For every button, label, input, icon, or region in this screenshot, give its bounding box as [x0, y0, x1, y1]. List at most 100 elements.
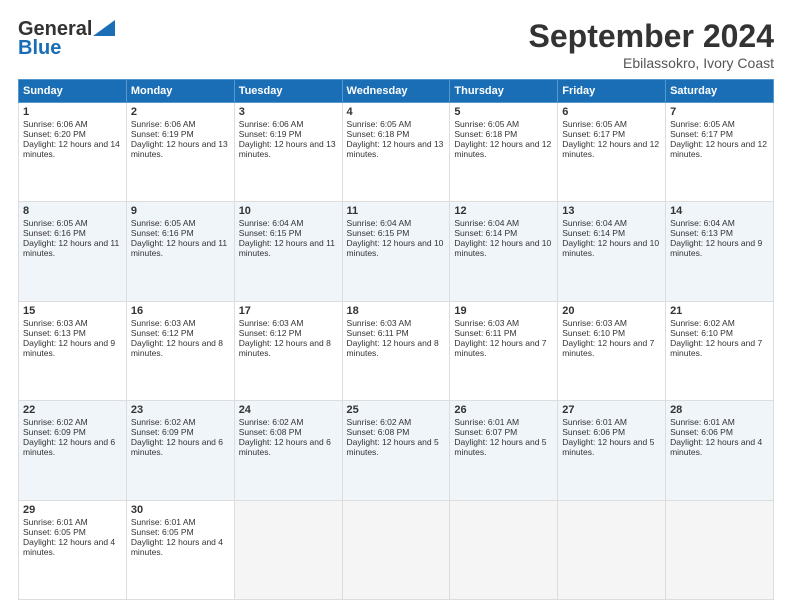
- day-number: 29: [23, 504, 122, 516]
- day-number: 28: [670, 404, 769, 416]
- sunrise-text: Sunrise: 6:03 AM: [454, 318, 519, 328]
- daylight-text: Daylight: 12 hours and 5 minutes.: [347, 437, 439, 457]
- sunrise-text: Sunrise: 6:01 AM: [670, 417, 735, 427]
- sunset-text: Sunset: 6:19 PM: [131, 129, 194, 139]
- daylight-text: Daylight: 12 hours and 14 minutes.: [23, 139, 120, 159]
- sunrise-text: Sunrise: 6:02 AM: [670, 318, 735, 328]
- day-number: 3: [239, 106, 338, 118]
- sunset-text: Sunset: 6:07 PM: [454, 427, 517, 437]
- daylight-text: Daylight: 12 hours and 4 minutes.: [131, 537, 223, 557]
- sunrise-text: Sunrise: 6:06 AM: [239, 119, 304, 129]
- daylight-text: Daylight: 12 hours and 12 minutes.: [562, 139, 659, 159]
- day-number: 7: [670, 106, 769, 118]
- sunrise-text: Sunrise: 6:05 AM: [454, 119, 519, 129]
- table-row: 28Sunrise: 6:01 AMSunset: 6:06 PMDayligh…: [666, 401, 774, 500]
- sunrise-text: Sunrise: 6:02 AM: [239, 417, 304, 427]
- sunrise-text: Sunrise: 6:03 AM: [239, 318, 304, 328]
- daylight-text: Daylight: 12 hours and 13 minutes.: [131, 139, 228, 159]
- daylight-text: Daylight: 12 hours and 6 minutes.: [23, 437, 115, 457]
- table-row: 22Sunrise: 6:02 AMSunset: 6:09 PMDayligh…: [19, 401, 127, 500]
- sunset-text: Sunset: 6:18 PM: [454, 129, 517, 139]
- sunset-text: Sunset: 6:16 PM: [23, 228, 86, 238]
- day-number: 25: [347, 404, 446, 416]
- sunset-text: Sunset: 6:05 PM: [131, 527, 194, 537]
- daylight-text: Daylight: 12 hours and 11 minutes.: [131, 238, 227, 258]
- col-wednesday: Wednesday: [342, 80, 450, 103]
- sunset-text: Sunset: 6:09 PM: [131, 427, 194, 437]
- calendar-table: Sunday Monday Tuesday Wednesday Thursday…: [18, 79, 774, 600]
- table-row: 26Sunrise: 6:01 AMSunset: 6:07 PMDayligh…: [450, 401, 558, 500]
- title-section: September 2024 Ebilassokro, Ivory Coast: [529, 18, 774, 71]
- sunset-text: Sunset: 6:17 PM: [670, 129, 733, 139]
- daylight-text: Daylight: 12 hours and 7 minutes.: [454, 338, 546, 358]
- table-row: [342, 500, 450, 599]
- sunset-text: Sunset: 6:10 PM: [670, 328, 733, 338]
- sunset-text: Sunset: 6:20 PM: [23, 129, 86, 139]
- col-thursday: Thursday: [450, 80, 558, 103]
- day-number: 21: [670, 305, 769, 317]
- table-row: 3Sunrise: 6:06 AMSunset: 6:19 PMDaylight…: [234, 103, 342, 202]
- sunset-text: Sunset: 6:19 PM: [239, 129, 302, 139]
- table-row: 27Sunrise: 6:01 AMSunset: 6:06 PMDayligh…: [558, 401, 666, 500]
- table-row: 5Sunrise: 6:05 AMSunset: 6:18 PMDaylight…: [450, 103, 558, 202]
- table-row: 11Sunrise: 6:04 AMSunset: 6:15 PMDayligh…: [342, 202, 450, 301]
- table-row: 20Sunrise: 6:03 AMSunset: 6:10 PMDayligh…: [558, 301, 666, 400]
- sunset-text: Sunset: 6:12 PM: [239, 328, 302, 338]
- table-row: 1Sunrise: 6:06 AMSunset: 6:20 PMDaylight…: [19, 103, 127, 202]
- sunrise-text: Sunrise: 6:03 AM: [23, 318, 88, 328]
- sunset-text: Sunset: 6:12 PM: [131, 328, 194, 338]
- table-row: 30Sunrise: 6:01 AMSunset: 6:05 PMDayligh…: [126, 500, 234, 599]
- day-number: 10: [239, 205, 338, 217]
- day-number: 19: [454, 305, 553, 317]
- sunset-text: Sunset: 6:15 PM: [239, 228, 302, 238]
- table-row: 4Sunrise: 6:05 AMSunset: 6:18 PMDaylight…: [342, 103, 450, 202]
- sunset-text: Sunset: 6:06 PM: [670, 427, 733, 437]
- day-number: 15: [23, 305, 122, 317]
- sunset-text: Sunset: 6:14 PM: [454, 228, 517, 238]
- sunrise-text: Sunrise: 6:02 AM: [347, 417, 412, 427]
- sunset-text: Sunset: 6:05 PM: [23, 527, 86, 537]
- sunrise-text: Sunrise: 6:04 AM: [239, 218, 304, 228]
- sunrise-text: Sunrise: 6:03 AM: [562, 318, 627, 328]
- day-number: 11: [347, 205, 446, 217]
- sunrise-text: Sunrise: 6:04 AM: [347, 218, 412, 228]
- day-number: 13: [562, 205, 661, 217]
- sunrise-text: Sunrise: 6:02 AM: [23, 417, 88, 427]
- sunset-text: Sunset: 6:11 PM: [347, 328, 409, 338]
- daylight-text: Daylight: 12 hours and 6 minutes.: [131, 437, 223, 457]
- table-row: 8Sunrise: 6:05 AMSunset: 6:16 PMDaylight…: [19, 202, 127, 301]
- day-number: 18: [347, 305, 446, 317]
- table-row: 29Sunrise: 6:01 AMSunset: 6:05 PMDayligh…: [19, 500, 127, 599]
- header: General Blue September 2024 Ebilassokro,…: [18, 18, 774, 71]
- sunset-text: Sunset: 6:08 PM: [239, 427, 302, 437]
- sunrise-text: Sunrise: 6:01 AM: [23, 517, 88, 527]
- table-row: 10Sunrise: 6:04 AMSunset: 6:15 PMDayligh…: [234, 202, 342, 301]
- day-number: 23: [131, 404, 230, 416]
- day-number: 12: [454, 205, 553, 217]
- day-number: 1: [23, 106, 122, 118]
- day-number: 27: [562, 404, 661, 416]
- sunrise-text: Sunrise: 6:05 AM: [562, 119, 627, 129]
- col-sunday: Sunday: [19, 80, 127, 103]
- table-row: 9Sunrise: 6:05 AMSunset: 6:16 PMDaylight…: [126, 202, 234, 301]
- day-number: 14: [670, 205, 769, 217]
- location-subtitle: Ebilassokro, Ivory Coast: [529, 55, 774, 71]
- sunrise-text: Sunrise: 6:06 AM: [131, 119, 196, 129]
- sunset-text: Sunset: 6:10 PM: [562, 328, 625, 338]
- day-number: 8: [23, 205, 122, 217]
- table-row: 19Sunrise: 6:03 AMSunset: 6:11 PMDayligh…: [450, 301, 558, 400]
- table-row: [666, 500, 774, 599]
- sunrise-text: Sunrise: 6:03 AM: [131, 318, 196, 328]
- table-row: 21Sunrise: 6:02 AMSunset: 6:10 PMDayligh…: [666, 301, 774, 400]
- logo: General Blue: [18, 18, 115, 60]
- sunrise-text: Sunrise: 6:05 AM: [23, 218, 88, 228]
- day-number: 6: [562, 106, 661, 118]
- daylight-text: Daylight: 12 hours and 13 minutes.: [347, 139, 444, 159]
- day-number: 30: [131, 504, 230, 516]
- sunset-text: Sunset: 6:11 PM: [454, 328, 516, 338]
- col-friday: Friday: [558, 80, 666, 103]
- daylight-text: Daylight: 12 hours and 8 minutes.: [239, 338, 331, 358]
- day-number: 20: [562, 305, 661, 317]
- table-row: 15Sunrise: 6:03 AMSunset: 6:13 PMDayligh…: [19, 301, 127, 400]
- calendar-header-row: Sunday Monday Tuesday Wednesday Thursday…: [19, 80, 774, 103]
